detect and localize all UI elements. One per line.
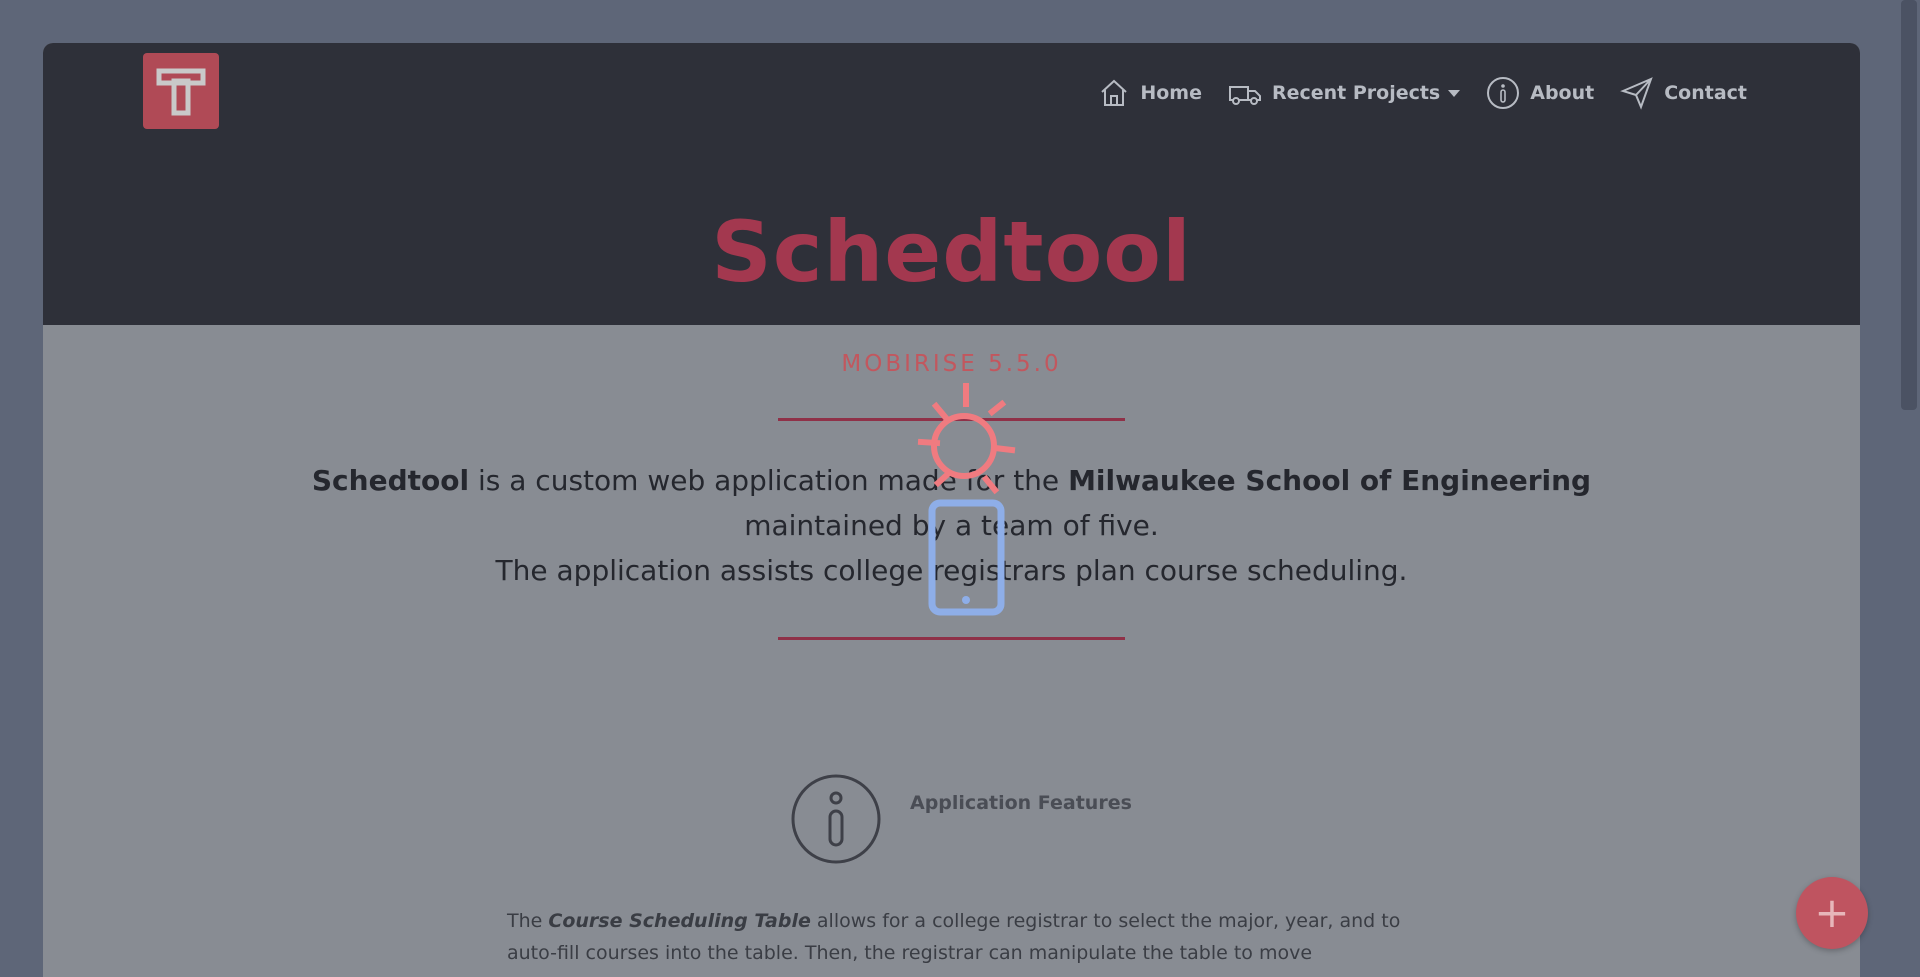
nav-about-label: About	[1530, 82, 1595, 104]
features-text: The Course Scheduling Table allows for a…	[507, 905, 1407, 977]
nav-contact-label: Contact	[1664, 82, 1747, 104]
nav-recent-projects[interactable]: Recent Projects	[1228, 79, 1461, 107]
overlay-illustration	[917, 383, 1016, 616]
scrollbar[interactable]	[1898, 0, 1920, 977]
home-icon	[1101, 79, 1127, 106]
scrollbar-thumb[interactable]	[1901, 0, 1917, 410]
page-title: Schedtool	[711, 203, 1192, 301]
chevron-down-icon	[1448, 89, 1461, 97]
logo[interactable]	[143, 53, 219, 129]
divider-bottom	[778, 637, 1125, 640]
intro-app-name: Schedtool	[311, 464, 470, 497]
send-icon	[1620, 77, 1653, 110]
features-emphasis: Course Scheduling Table	[548, 910, 811, 932]
truck-icon	[1228, 86, 1261, 105]
info-icon	[1487, 77, 1520, 109]
page-frame: Home Recent Projects About Contact Sched…	[43, 43, 1860, 977]
floating-add-button[interactable]: +	[1796, 877, 1868, 949]
plus-icon: +	[1814, 888, 1850, 937]
nav-home[interactable]: Home	[1098, 77, 1202, 109]
main-nav: Home Recent Projects About Contact	[1098, 75, 1747, 111]
info-icon	[791, 774, 881, 864]
intro-school-name: Milwaukee School of Engineering	[1068, 464, 1592, 497]
phone-icon	[928, 499, 1005, 616]
nav-home-label: Home	[1140, 82, 1202, 104]
sun-icon	[917, 383, 1016, 495]
features-title: Application Features	[910, 792, 1132, 814]
nav-contact[interactable]: Contact	[1620, 76, 1747, 110]
nav-recent-projects-label: Recent Projects	[1271, 82, 1441, 104]
nav-about[interactable]: About	[1486, 76, 1594, 110]
t-logo-icon	[156, 68, 206, 116]
features-text-1: The	[507, 910, 549, 932]
